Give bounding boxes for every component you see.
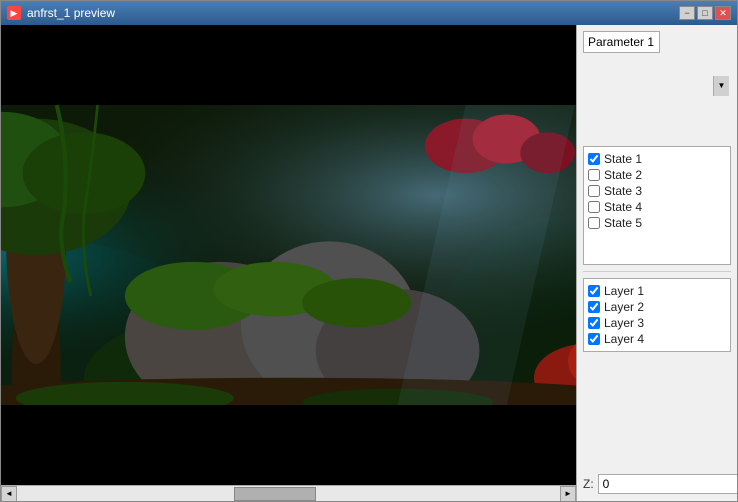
scroll-track[interactable] <box>17 486 560 502</box>
layer-2-item[interactable]: Layer 2 <box>588 299 726 315</box>
scroll-left-button[interactable]: ◄ <box>1 486 17 502</box>
layers-box: Layer 1 Layer 2 Layer 3 Layer 4 <box>583 278 731 352</box>
state-5-item[interactable]: State 5 <box>588 215 726 231</box>
state-4-checkbox[interactable] <box>588 201 600 213</box>
state-4-label: State 4 <box>604 200 642 214</box>
state-1-label: State 1 <box>604 152 642 166</box>
spacer <box>583 358 731 467</box>
minimize-button[interactable]: − <box>679 6 695 20</box>
z-row: Z: ▲ ▼ <box>583 473 731 495</box>
divider <box>583 271 731 272</box>
layer-1-label: Layer 1 <box>604 284 644 298</box>
state-3-checkbox[interactable] <box>588 185 600 197</box>
z-input-wrapper: ▲ ▼ <box>598 474 737 494</box>
maximize-button[interactable]: □ <box>697 6 713 20</box>
layer-1-item[interactable]: Layer 1 <box>588 283 726 299</box>
canvas-area: ◄ ► <box>1 25 577 501</box>
title-buttons: − □ ✕ <box>679 6 731 20</box>
parameter-dropdown[interactable]: Parameter 1 Parameter 2 Parameter 3 <box>583 31 660 53</box>
layer-1-checkbox[interactable] <box>588 285 600 297</box>
state-5-checkbox[interactable] <box>588 217 600 229</box>
states-box: State 1 State 2 State 3 State 4 State 5 <box>583 146 731 265</box>
state-4-item[interactable]: State 4 <box>588 199 726 215</box>
window-title: anfrst_1 preview <box>27 6 115 20</box>
title-bar: ▶ anfrst_1 preview − □ ✕ <box>1 1 737 25</box>
main-window: ▶ anfrst_1 preview − □ ✕ <box>0 0 738 502</box>
layer-3-label: Layer 3 <box>604 316 644 330</box>
state-2-item[interactable]: State 2 <box>588 167 726 183</box>
layer-3-checkbox[interactable] <box>588 317 600 329</box>
state-2-label: State 2 <box>604 168 642 182</box>
dropdown-arrow-icon: ▼ <box>713 76 729 96</box>
close-button[interactable]: ✕ <box>715 6 731 20</box>
state-1-item[interactable]: State 1 <box>588 151 726 167</box>
layer-4-checkbox[interactable] <box>588 333 600 345</box>
title-bar-left: ▶ anfrst_1 preview <box>7 6 115 20</box>
layer-3-item[interactable]: Layer 3 <box>588 315 726 331</box>
preview-black-top <box>1 25 576 105</box>
preview-container <box>1 25 576 485</box>
preview-black-bottom <box>1 405 576 485</box>
scroll-thumb[interactable] <box>234 487 315 501</box>
layer-2-checkbox[interactable] <box>588 301 600 313</box>
layer-4-item[interactable]: Layer 4 <box>588 331 726 347</box>
window-icon: ▶ <box>7 6 21 20</box>
state-3-label: State 3 <box>604 184 642 198</box>
layer-2-label: Layer 2 <box>604 300 644 314</box>
state-5-label: State 5 <box>604 216 642 230</box>
parameter-dropdown-wrapper: Parameter 1 Parameter 2 Parameter 3 ▼ <box>583 31 731 140</box>
state-3-item[interactable]: State 3 <box>588 183 726 199</box>
scroll-right-button[interactable]: ► <box>560 486 576 502</box>
state-1-checkbox[interactable] <box>588 153 600 165</box>
main-content: ◄ ► Parameter 1 Parameter 2 Parameter 3 … <box>1 25 737 501</box>
z-input[interactable] <box>598 474 737 494</box>
forest-scene <box>1 105 576 405</box>
z-label: Z: <box>583 477 594 491</box>
right-panel: Parameter 1 Parameter 2 Parameter 3 ▼ St… <box>577 25 737 501</box>
layer-4-label: Layer 4 <box>604 332 644 346</box>
scrollbar-horizontal: ◄ ► <box>1 485 576 501</box>
state-2-checkbox[interactable] <box>588 169 600 181</box>
